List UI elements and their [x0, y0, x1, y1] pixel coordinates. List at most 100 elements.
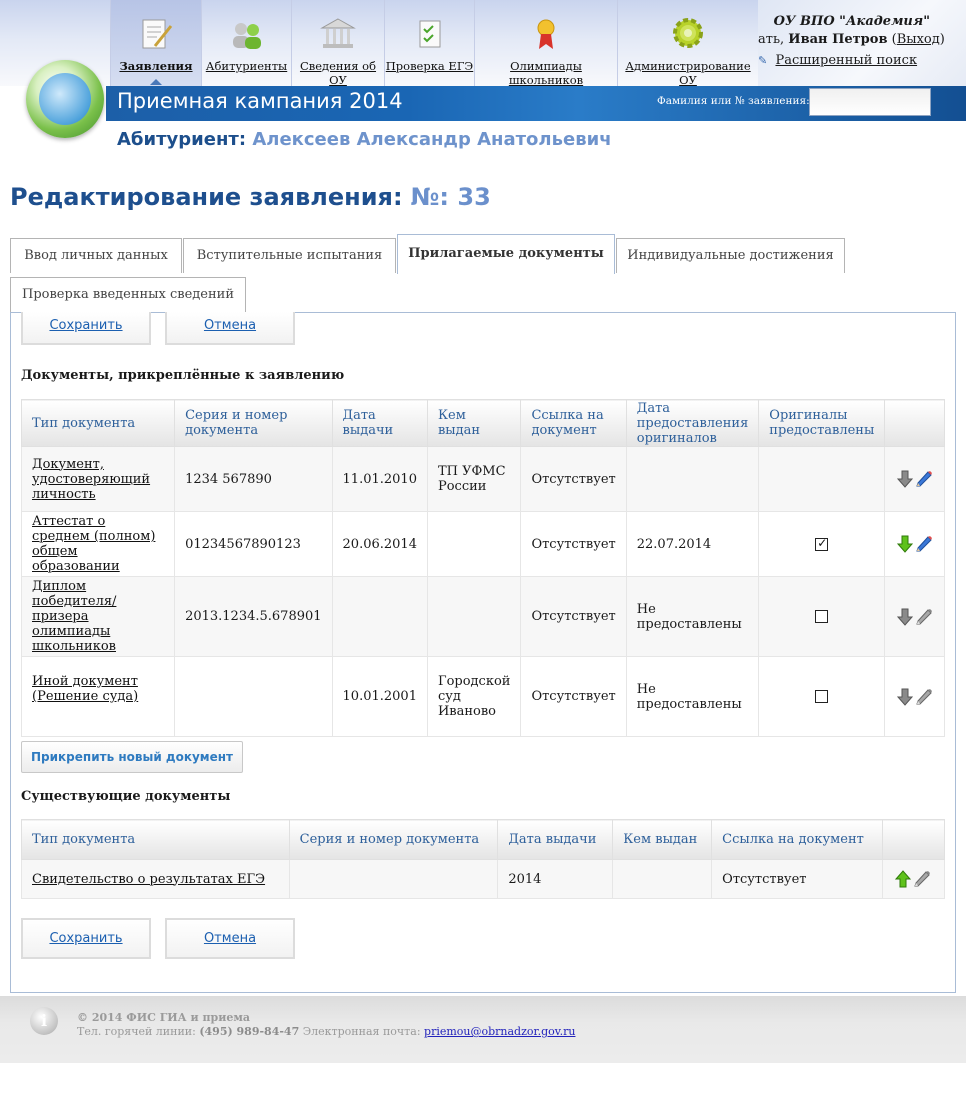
column-header[interactable]: Дата предоставления оригиналов [625, 399, 760, 447]
doc-type-link[interactable]: Документ, удостоверяющий личность [32, 457, 150, 502]
email-link[interactable]: priemou@obrnadzor.gov.ru [424, 1025, 575, 1038]
doc-link-cell: Отсутствует [520, 656, 627, 737]
org-name: ОУ ВПО "Академия" [773, 14, 930, 29]
advanced-search[interactable]: ✎ Расширенный поиск [758, 53, 917, 68]
table-row: Аттестат о среднем (полном) общем образо… [20, 511, 945, 577]
column-header[interactable]: Кем выдан [612, 819, 713, 860]
nav-item-olympiads[interactable]: Олимпиады школьников [474, 0, 617, 87]
ege-check-icon [411, 16, 449, 52]
info-icon: i [30, 1007, 58, 1035]
doc-type-link[interactable]: Аттестат о среднем (полном) общем образо… [32, 514, 155, 574]
search-label: Фамилия или № заявления: [657, 95, 810, 107]
cancel-label: Отмена [203, 318, 257, 333]
column-header-actions [884, 399, 945, 447]
logout-link[interactable]: Выход [897, 32, 940, 47]
actions-cell [884, 576, 945, 657]
column-header[interactable]: Серия и номер документа [288, 819, 499, 860]
nav-item-institution-info[interactable]: Сведения об ОУ [291, 0, 384, 87]
doc-link-cell: Отсутствует [711, 859, 883, 899]
table-row: Документ, удостоверяющий личность 1234 5… [20, 446, 945, 512]
campaign-title: Приемная кампания 2014 [117, 89, 403, 113]
hotline-label: Тел. горячей линии: [77, 1025, 196, 1038]
originals-cell [758, 576, 886, 657]
originals-checkbox[interactable] [815, 610, 829, 623]
move-down-arrow-icon[interactable] [896, 688, 913, 706]
originals-checkbox[interactable] [815, 690, 829, 703]
nav-item-administration[interactable]: Администрирование ОУ [617, 0, 759, 87]
originals-checkbox[interactable] [815, 536, 829, 551]
save-label: Сохранить [49, 931, 123, 946]
cancel-button[interactable]: Отмена [165, 918, 295, 959]
actions-cell [884, 511, 945, 577]
doc-type-cell: Аттестат о среднем (полном) общем образо… [20, 511, 176, 577]
edit-pencil-icon[interactable] [915, 688, 933, 706]
cancel-label: Отмена [203, 931, 257, 946]
attach-new-document-button[interactable]: Прикрепить новый документ [21, 741, 243, 773]
column-header[interactable]: Дата выдачи [497, 819, 614, 860]
column-header[interactable]: Ссылка на документ [520, 399, 627, 447]
nav-label: Абитуриенты [205, 59, 288, 73]
nav-label: Олимпиады школьников [508, 59, 584, 87]
attached-documents-title: Документы, прикреплённые к заявлению [21, 368, 345, 383]
doc-issuer-cell [426, 576, 522, 657]
column-header[interactable]: Кем выдан [426, 399, 522, 447]
applicant-heading: Абитуриент: Алексеев Александр Анатольев… [117, 129, 612, 150]
edit-pencil-icon[interactable] [915, 608, 933, 626]
tab-personal-data[interactable]: Ввод личных данных [10, 238, 182, 273]
applicants-icon [228, 16, 266, 52]
orig-date-cell: 22.07.2014 [625, 511, 760, 577]
olympiad-medal-icon [527, 16, 565, 52]
table-header-row: Тип документа Серия и номер документа Да… [20, 399, 945, 447]
table-header-row: Тип документа Серия и номер документа Да… [21, 819, 946, 860]
doc-type-cell: Иной документ (Решение суда) [20, 656, 176, 737]
nav-item-applicants[interactable]: Абитуриенты [201, 0, 291, 86]
search-icon: ✎ [758, 54, 768, 67]
cancel-button-top[interactable]: Отмена [165, 312, 295, 345]
attached-documents-table: Тип документа Серия и номер документа Да… [20, 399, 945, 737]
move-down-arrow-icon[interactable] [896, 535, 913, 553]
nav-item-applications[interactable]: Заявления [110, 0, 201, 86]
orig-date-cell [625, 446, 760, 512]
move-down-arrow-icon[interactable] [896, 470, 913, 488]
tab-entrance-exams[interactable]: Вступительные испытания [183, 238, 396, 273]
save-button-top[interactable]: Сохранить [21, 312, 151, 345]
advanced-search-link[interactable]: Расширенный поиск [775, 53, 917, 68]
doc-number-cell: 2013.1234.5.678901 [174, 576, 333, 657]
nav-item-ege-check[interactable]: Проверка ЕГЭ [384, 0, 474, 86]
doc-date-cell: 10.01.2001 [331, 656, 428, 737]
email-label: Электронная почта: [302, 1025, 421, 1038]
edit-pencil-icon[interactable] [915, 470, 933, 488]
edit-pencil-icon[interactable] [915, 535, 933, 553]
hotline-number: (495) 989-84-47 [199, 1025, 300, 1038]
column-header[interactable]: Ссылка на документ [711, 819, 883, 860]
originals-cell [758, 446, 886, 512]
doc-type-link[interactable]: Свидетельство о результатах ЕГЭ [32, 872, 265, 887]
doc-number-cell: 1234 567890 [174, 446, 333, 512]
main-nav: Заявления Абитуриенты Сведения об ОУ Про… [110, 0, 759, 87]
doc-date-cell: 11.01.2010 [331, 446, 428, 512]
tab-attached-documents[interactable]: Прилагаемые документы [397, 234, 615, 274]
tab-verify-data[interactable]: Проверка введенных сведений [10, 277, 246, 312]
tab-individual-achievements[interactable]: Индивидуальные достижения [616, 238, 845, 273]
application-number: №: 33 [410, 183, 491, 211]
doc-type-link[interactable]: Диплом победителя/призера олимпиады школ… [32, 579, 116, 654]
move-down-arrow-icon[interactable] [896, 608, 913, 626]
column-header[interactable]: Серия и номер документа [174, 399, 333, 447]
save-button[interactable]: Сохранить [21, 918, 151, 959]
column-header[interactable]: Тип документа [20, 399, 176, 447]
site-logo[interactable] [26, 60, 104, 138]
move-up-arrow-icon[interactable] [895, 870, 912, 888]
edit-pencil-icon[interactable] [913, 870, 931, 888]
orig-date-cell: Не предоставлены [625, 656, 760, 737]
search-input[interactable] [809, 88, 931, 116]
column-header[interactable]: Тип документа [21, 819, 290, 860]
doc-type-link[interactable]: Иной документ (Решение суда) [32, 674, 138, 704]
column-header[interactable]: Оригиналы предоставлены [758, 399, 886, 447]
orig-date-cell: Не предоставлены [625, 576, 760, 657]
doc-date-cell: 20.06.2014 [331, 511, 428, 577]
existing-documents-table: Тип документа Серия и номер документа Да… [21, 819, 946, 899]
doc-number-cell [174, 656, 333, 737]
doc-link-cell: Отсутствует [520, 446, 627, 512]
column-header[interactable]: Дата выдачи [331, 399, 428, 447]
site-footer: i © 2014 ФИС ГИА и приема Тел. горячей л… [0, 996, 966, 1063]
